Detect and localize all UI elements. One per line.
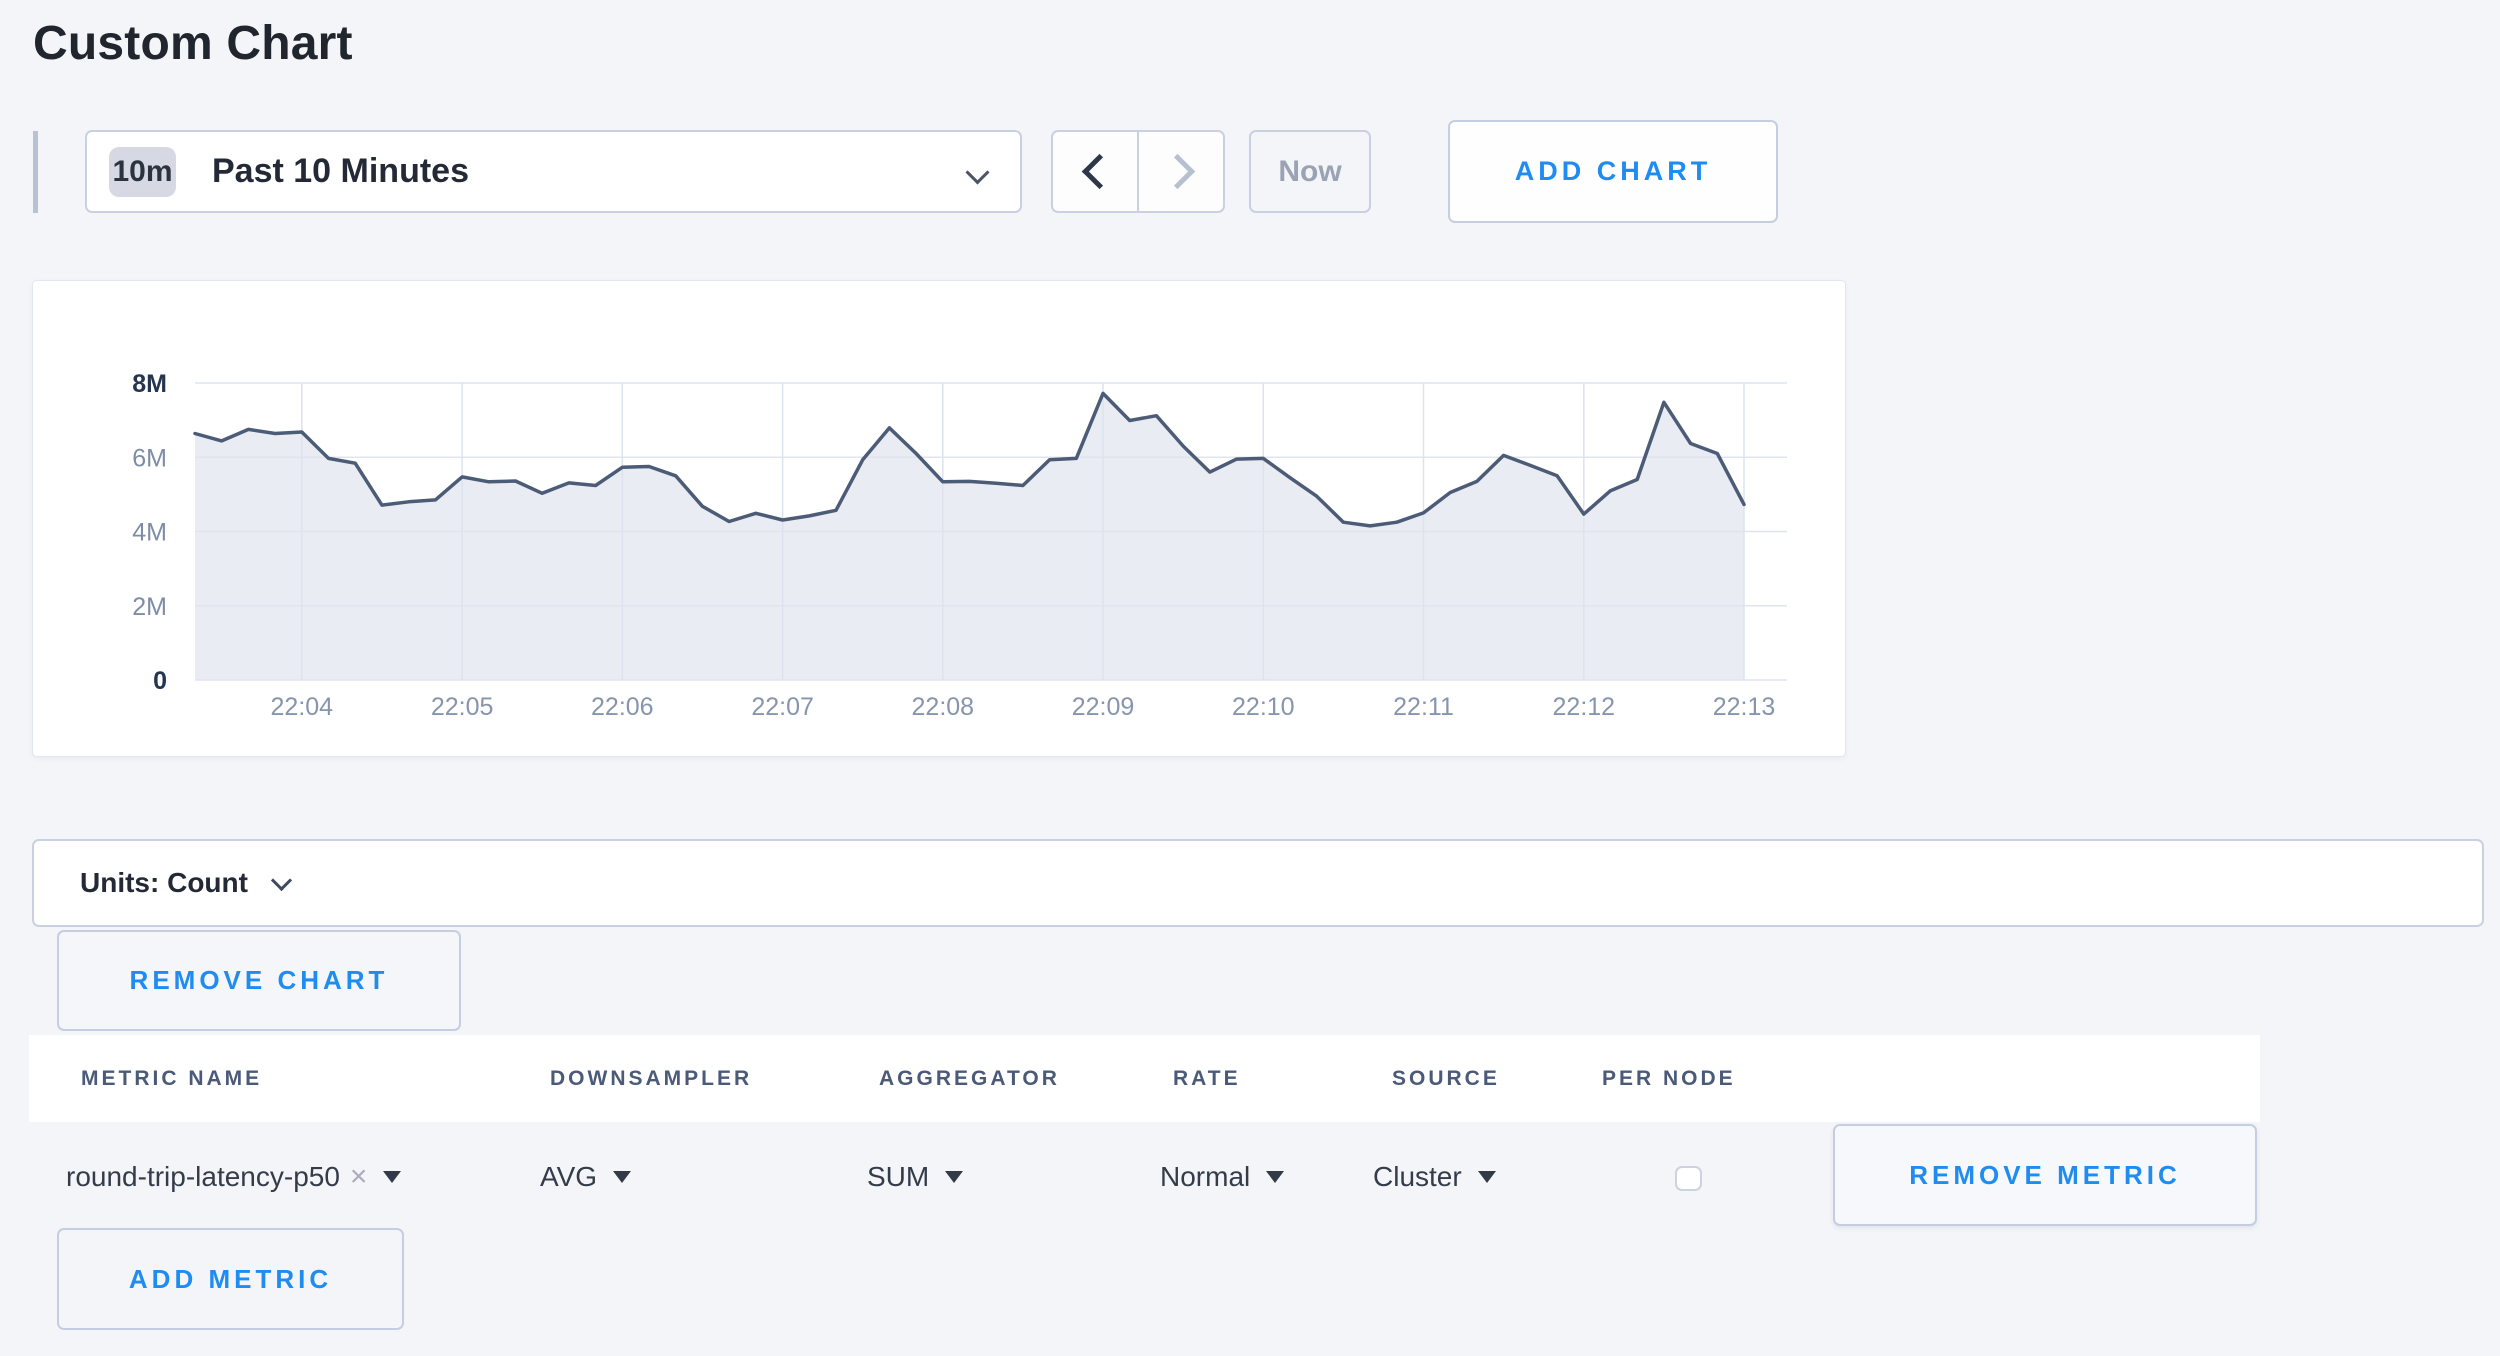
column-header-metric-name: METRIC NAME	[81, 1067, 262, 1091]
time-range-badge: 10m	[109, 147, 176, 197]
time-prev-button[interactable]	[1053, 132, 1137, 211]
rate-select[interactable]: Normal	[1160, 1161, 1284, 1193]
chevron-right-icon	[1159, 154, 1194, 189]
svg-text:22:12: 22:12	[1553, 693, 1616, 721]
metrics-table-header: METRIC NAME DOWNSAMPLER AGGREGATOR RATE …	[29, 1035, 2260, 1122]
column-header-source: SOURCE	[1392, 1067, 1500, 1091]
svg-text:22:11: 22:11	[1393, 693, 1454, 721]
add-metric-button[interactable]: ADD METRIC	[57, 1228, 404, 1330]
svg-text:22:08: 22:08	[912, 693, 975, 721]
remove-metric-button[interactable]: REMOVE METRIC	[1833, 1124, 2257, 1226]
svg-text:8M: 8M	[132, 370, 167, 398]
column-header-rate: RATE	[1173, 1067, 1241, 1091]
time-next-button[interactable]	[1139, 132, 1223, 211]
time-range-select[interactable]: 10m Past 10 Minutes	[85, 130, 1022, 213]
column-header-per-node: PER NODE	[1602, 1067, 1736, 1091]
svg-text:22:05: 22:05	[431, 693, 494, 721]
per-node-checkbox[interactable]	[1675, 1166, 1702, 1191]
rate-value: Normal	[1160, 1161, 1250, 1193]
time-range-label: Past 10 Minutes	[212, 152, 469, 191]
close-icon[interactable]: ×	[350, 1160, 368, 1194]
toolbar-accent-divider	[33, 131, 38, 213]
svg-text:22:13: 22:13	[1713, 693, 1776, 721]
caret-down-icon	[945, 1171, 963, 1183]
chevron-down-icon	[965, 160, 989, 184]
svg-text:2M: 2M	[132, 593, 167, 621]
caret-down-icon	[1478, 1171, 1496, 1183]
downsampler-value: AVG	[540, 1161, 597, 1193]
add-chart-button[interactable]: ADD CHART	[1448, 120, 1778, 223]
svg-text:22:04: 22:04	[271, 693, 334, 721]
metric-name-value: round-trip-latency-p50	[66, 1161, 340, 1193]
source-select[interactable]: Cluster	[1373, 1161, 1496, 1193]
svg-text:22:09: 22:09	[1072, 693, 1135, 721]
svg-text:22:06: 22:06	[591, 693, 654, 721]
chevron-left-icon	[1081, 154, 1116, 189]
svg-text:4M: 4M	[132, 519, 167, 547]
caret-down-icon	[1266, 1171, 1284, 1183]
svg-text:22:07: 22:07	[751, 693, 814, 721]
custom-chart-page: Custom Chart 10m Past 10 Minutes Now ADD…	[0, 0, 2500, 1356]
metric-name-select[interactable]: round-trip-latency-p50 ×	[66, 1160, 401, 1194]
chevron-down-icon	[271, 869, 292, 890]
time-nav-group	[1051, 130, 1225, 213]
column-header-downsampler: DOWNSAMPLER	[550, 1067, 752, 1091]
column-header-aggregator: AGGREGATOR	[879, 1067, 1060, 1091]
svg-text:0: 0	[153, 667, 167, 695]
caret-down-icon	[613, 1171, 631, 1183]
source-value: Cluster	[1373, 1161, 1462, 1193]
units-select[interactable]: Units: Count	[32, 839, 2484, 927]
timeseries-area-chart[interactable]: 0 2M 4M 6M 8M 22:04 22:05 22:06 22:07 22:08 22:09 2…	[33, 281, 1845, 756]
svg-text:6M: 6M	[132, 444, 167, 472]
units-select-label: Units: Count	[80, 867, 248, 899]
chart-card: 0 2M 4M 6M 8M 22:04 22:05 22:06 22:07 22:08 22:09 2…	[32, 280, 1846, 757]
aggregator-value: SUM	[867, 1161, 929, 1193]
now-button[interactable]: Now	[1249, 130, 1371, 213]
downsampler-select[interactable]: AVG	[540, 1161, 631, 1193]
caret-down-icon	[383, 1171, 401, 1183]
page-title: Custom Chart	[33, 16, 353, 71]
svg-text:22:10: 22:10	[1232, 693, 1295, 721]
aggregator-select[interactable]: SUM	[867, 1161, 963, 1193]
remove-chart-button[interactable]: REMOVE CHART	[57, 930, 461, 1031]
